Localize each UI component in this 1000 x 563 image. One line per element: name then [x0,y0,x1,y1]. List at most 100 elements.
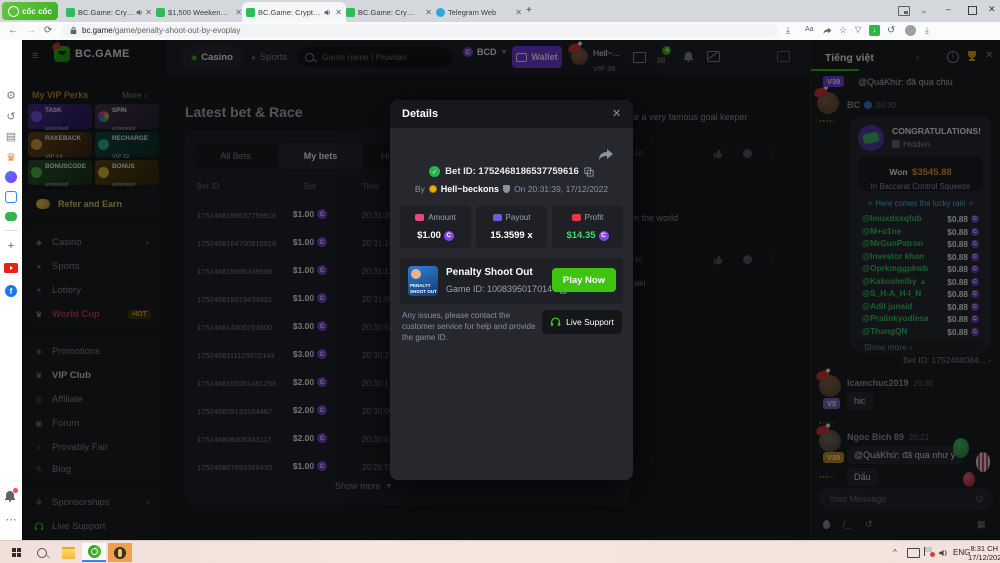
profile-avatar-icon[interactable] [905,25,916,36]
tray-clock[interactable]: 8:31 CH 17/12/2022 [968,544,998,563]
windows-taskbar: ^ ENG 8:31 CH 17/12/2022 [0,540,1000,563]
browser-tab-2[interactable]: $1,500 Weekend Evoplay Mu ✕ [152,2,246,22]
window-minimize-button[interactable]: – [946,4,951,14]
headset-icon [550,317,561,327]
back-icon[interactable]: ← [8,25,18,36]
translate-icon[interactable]: Aa [805,26,814,33]
modal-header: Details ✕ [390,100,633,128]
new-tab-button[interactable]: + [526,5,532,16]
coccoc-menu-button[interactable]: cốc cốc [2,2,58,20]
url-domain: bc.game [82,26,113,35]
coccoc-taskbar-button[interactable] [82,543,106,562]
browser-tab-4[interactable]: BC.Game: Crypto Casino Ga ✕ [342,2,436,22]
adblock-shield-icon[interactable]: ▽ [855,25,861,34]
notification-bell-icon[interactable] [4,490,16,502]
bcgame-favicon [66,8,75,17]
stats-row: Amount $1.00C Payout 15.3599 x Profit $1… [400,206,623,248]
browser-tab-1[interactable]: BC.Game: Crypto Casino ✕ [62,2,156,22]
coccoc-side-rail: ⚙ ↺ ▤ ♛ + f ⋯ [0,40,23,540]
tab-close-icon[interactable]: ✕ [515,8,522,17]
browser-tab-5[interactable]: Telegram Web ✕ [432,2,526,22]
modal-title: Details [402,108,438,120]
sync-icon[interactable]: ↺ [887,25,895,36]
tray-flag-icon[interactable] [924,547,933,556]
bcgame-favicon [156,8,165,17]
crown-rewards-icon[interactable]: ♛ [4,150,18,164]
tab-title: BC.Game: Crypto Casino [258,8,324,17]
rail-divider [4,230,18,231]
taskbar-search-button[interactable] [30,543,54,562]
tray-chevron-icon[interactable]: ^ [893,548,897,557]
bcgame-favicon [346,8,355,17]
share-icon[interactable] [823,27,832,35]
bet-details-modal: Details ✕ ✓ Bet ID: 1752468186537759616 … [390,100,633,480]
tab-audio-icon[interactable] [136,9,143,16]
gamepad-icon[interactable] [5,212,17,221]
game-info-panel: PENALTY SHOOT OUT Penalty Shoot Out Game… [400,258,623,304]
download-page-icon[interactable]: ⤓ [786,25,790,36]
copy-icon[interactable] [584,167,594,177]
window-close-button[interactable]: ✕ [988,4,996,15]
stat-profit: Profit $14.35C [552,206,623,248]
tray-time: 8:31 CH [968,544,998,553]
pip-icon[interactable] [898,6,910,16]
game-id-row: Game ID: 1008395017014 [446,284,567,294]
share-bet-icon[interactable] [598,148,614,162]
tab-title: $1,500 Weekend Evoplay Mu [168,8,232,17]
live-support-button[interactable]: Live Support [542,310,622,334]
payout-wallet-icon [493,214,502,221]
support-note: Any issues, please contact the customer … [402,310,537,344]
lock-icon [70,26,77,35]
window-maximize-button[interactable] [968,6,977,15]
tab-close-icon[interactable]: ✕ [425,8,432,17]
tab-search-icon[interactable]: ⌄ [920,5,928,16]
game-thumbnail[interactable]: PENALTY SHOOT OUT [408,266,438,296]
bet-id-row: ✓ Bet ID: 1752468186537759616 [390,166,633,177]
browser-tab-3-active[interactable]: BC.Game: Crypto Casino ✕ [242,2,346,22]
newsfeed-icon[interactable]: ▤ [4,129,18,143]
settings-gear-icon[interactable]: ⚙ [4,88,18,102]
tab-close-icon[interactable]: ✕ [235,8,242,17]
player-shield-icon [503,185,510,193]
modal-close-icon[interactable]: ✕ [612,107,621,120]
player-name[interactable]: Hell~beckons [441,184,499,194]
tab-close-icon[interactable]: ✕ [335,8,342,17]
youtube-icon[interactable] [4,263,18,273]
video-download-icon[interactable]: ↓ [869,25,880,36]
history-icon[interactable]: ↺ [4,109,18,123]
browser-brand: cốc cốc [22,7,52,16]
by-label: By [415,184,425,194]
address-bar[interactable]: bc.game/game/penalty-shoot-out-by-evopla… [62,24,778,37]
stat-payout: Payout 15.3599 x [476,206,547,248]
reload-icon[interactable]: ⟳ [44,25,52,36]
notification-dot [13,488,18,493]
reading-mode-icon[interactable] [5,191,17,203]
file-explorer-button[interactable] [56,543,80,562]
screen: cốc cốc BC.Game: Crypto Casino ✕ $1,500 … [0,0,1000,563]
bet-by-row: By Hell~beckons On 20:31:39, 17/12/2022 [390,184,633,194]
downloads-tray-icon[interactable]: ⤓ [925,25,929,36]
browser-tabstrip: cốc cốc BC.Game: Crypto Casino ✕ $1,500 … [0,0,1000,22]
add-shortcut-icon[interactable]: + [4,239,18,253]
profit-cash-icon [572,214,581,221]
amount-cash-icon [415,214,424,221]
tab-close-icon[interactable]: ✕ [145,8,152,17]
bet-id-text: Bet ID: 1752468186537759616 [445,166,579,177]
game-app-taskbar-button[interactable] [108,543,132,562]
bookmark-star-icon[interactable]: ☆ [839,25,847,36]
play-now-button[interactable]: Play Now [552,268,616,292]
forward-icon[interactable]: → [26,25,36,36]
facebook-icon[interactable]: f [5,285,17,297]
more-options-icon[interactable]: ⋯ [4,512,18,526]
tray-display-icon[interactable] [907,548,920,558]
bcgame-favicon [246,8,255,17]
game-id: Game ID: 1008395017014 [446,284,552,294]
coin-icon: C [599,231,609,241]
thumb-caption: PENALTY SHOOT OUT [410,283,438,294]
stat-amount: Amount $1.00C [400,206,471,248]
tab-audio-icon[interactable] [324,9,331,16]
telegram-favicon [436,8,445,17]
start-button[interactable] [4,543,28,562]
tray-volume-icon[interactable] [938,548,948,558]
messenger-icon[interactable] [5,171,17,183]
